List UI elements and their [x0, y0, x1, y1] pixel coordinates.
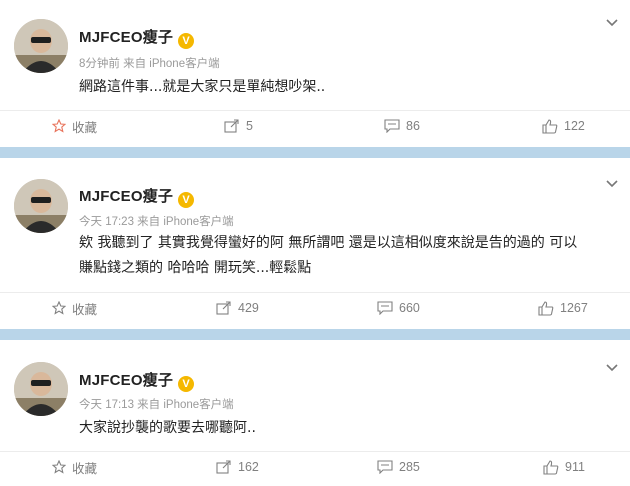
star-icon [52, 460, 66, 474]
comment-icon [384, 119, 400, 133]
weibo-post: MJFCEO瘦子 V 今天 17:13 来自 iPhone客户端 大家說抄襲的歌要… [0, 340, 630, 486]
comment-icon [377, 460, 393, 474]
repost-icon [224, 119, 239, 133]
like-button[interactable]: 1267 [538, 293, 588, 323]
favorite-button[interactable]: 收藏 [52, 293, 97, 323]
action-bar: 收藏 429 660 1267 [0, 293, 630, 323]
action-bar: 收藏 162 285 911 [0, 452, 630, 482]
verified-badge-icon: V [178, 192, 195, 208]
content-line: 欸 我聽到了 其實我覺得蠻好的阿 無所謂吧 還是以這相似度來說是告的過的 可以 [79, 235, 578, 251]
repost-icon [216, 460, 231, 474]
thumbs-up-icon [542, 118, 558, 134]
comment-button[interactable]: 285 [377, 452, 420, 482]
like-button[interactable]: 122 [542, 111, 585, 141]
chevron-down-icon[interactable] [606, 364, 618, 372]
author-name[interactable]: MJFCEO瘦子 V [79, 26, 195, 49]
post-content: 網路這件事...就是大家只是單純想吵架.. [79, 79, 326, 95]
author-name[interactable]: MJFCEO瘦子 V [79, 369, 195, 392]
post-meta: 今天 17:13 来自 iPhone客户端 [79, 399, 234, 411]
content-line: 賺點錢之類的 哈哈哈 開玩笑...輕鬆點 [79, 260, 312, 276]
comment-icon [377, 301, 393, 315]
avatar[interactable] [14, 19, 68, 73]
favorite-button[interactable]: 收藏 [52, 111, 97, 141]
star-icon [52, 119, 66, 133]
repost-icon [216, 301, 231, 315]
avatar[interactable] [14, 362, 68, 416]
avatar[interactable] [14, 179, 68, 233]
repost-button[interactable]: 5 [224, 111, 253, 141]
thumbs-up-icon [543, 459, 559, 475]
star-icon [52, 301, 66, 315]
weibo-post: MJFCEO瘦子 V 8分钟前 来自 iPhone客户端 網路這件事...就是大家… [0, 0, 630, 147]
verified-badge-icon: V [178, 376, 195, 392]
thumbs-up-icon [538, 300, 554, 316]
verified-badge-icon: V [178, 33, 195, 49]
post-separator [0, 329, 630, 340]
repost-button[interactable]: 162 [216, 452, 259, 482]
post-content: 大家說抄襲的歌要去哪聽阿.. [79, 420, 256, 436]
post-meta: 今天 17:23 来自 iPhone客户端 [79, 216, 234, 228]
post-separator [0, 147, 630, 158]
post-meta: 8分钟前 来自 iPhone客户端 [79, 58, 220, 70]
repost-button[interactable]: 429 [216, 293, 259, 323]
comment-button[interactable]: 86 [384, 111, 420, 141]
post-content: 欸 我聽到了 其實我覺得蠻好的阿 無所謂吧 還是以這相似度來說是告的過的 可以 … [79, 231, 610, 281]
like-button[interactable]: 911 [543, 452, 585, 482]
chevron-down-icon[interactable] [606, 180, 618, 188]
comment-button[interactable]: 660 [377, 293, 420, 323]
action-bar: 收藏 5 86 122 [0, 111, 630, 141]
favorite-button[interactable]: 收藏 [52, 452, 97, 482]
author-name[interactable]: MJFCEO瘦子 V [79, 185, 195, 208]
chevron-down-icon[interactable] [606, 19, 618, 27]
weibo-post: MJFCEO瘦子 V 今天 17:23 来自 iPhone客户端 欸 我聽到了 其… [0, 158, 630, 329]
